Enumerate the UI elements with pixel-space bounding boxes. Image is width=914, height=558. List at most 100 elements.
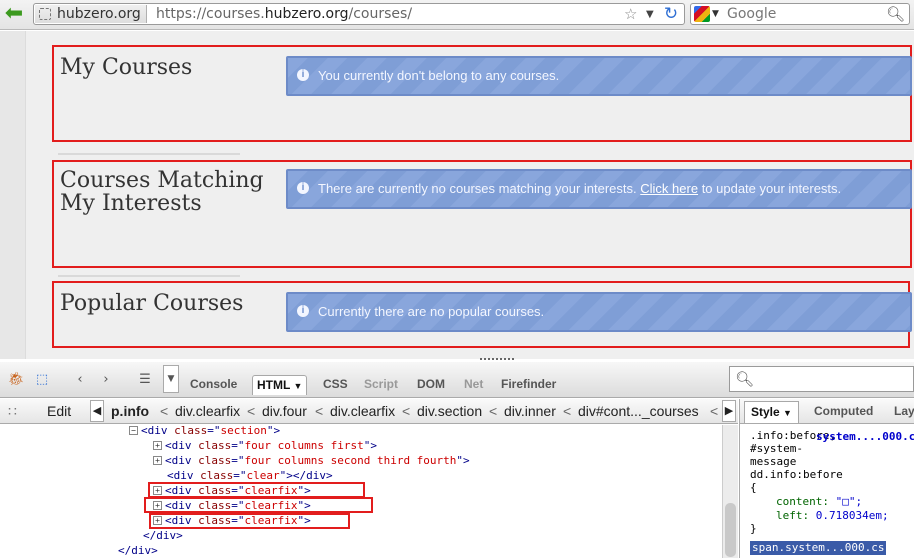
back-arrow-icon[interactable]: ⬅ bbox=[2, 3, 26, 27]
toggle-layout-icon[interactable]: ∷ bbox=[8, 399, 17, 423]
node-attr-value: four columns second third fourth bbox=[244, 454, 457, 467]
breadcrumb-separator: < bbox=[710, 403, 719, 419]
css-source-link[interactable]: system....000.css bbox=[816, 430, 914, 443]
section-courses-matching-interests: Courses Matching My Interests i There ar… bbox=[52, 160, 912, 268]
section-my-courses: My Courses i You currently don't belong … bbox=[52, 45, 912, 142]
css-next-rule[interactable]: span.system...000.cs bbox=[750, 541, 887, 555]
info-text: You currently don't belong to any course… bbox=[318, 68, 560, 83]
node-tag: div bbox=[171, 454, 192, 467]
node-attr-value: four columns first bbox=[244, 439, 364, 452]
tree-node[interactable]: + <div class="four columns second third f… bbox=[153, 453, 470, 468]
site-identity-icon bbox=[39, 8, 51, 20]
search-engine-icon[interactable] bbox=[694, 6, 710, 22]
breadcrumb-item[interactable]: div#cont..._courses bbox=[578, 399, 699, 423]
engine-dropdown-icon[interactable]: ▼ bbox=[712, 5, 719, 24]
breadcrumb-scroll-right-icon[interactable]: ▶ bbox=[722, 400, 736, 422]
site-identity-button[interactable]: hubzero.org bbox=[35, 5, 147, 23]
chevron-down-icon: ▼ bbox=[783, 408, 792, 418]
section-title: My Courses bbox=[60, 55, 193, 80]
breadcrumb-separator: < bbox=[247, 403, 256, 419]
css-property[interactable]: left: 0.718034em; bbox=[776, 509, 889, 522]
section-popular-courses: Popular Courses i Currently there are no… bbox=[52, 281, 912, 348]
breadcrumb-item[interactable]: div.section bbox=[417, 399, 482, 423]
css-property[interactable]: content: "□"; bbox=[776, 495, 862, 508]
tab-computed[interactable]: Computed bbox=[808, 401, 879, 423]
url-text[interactable]: https://courses.hubzero.org/courses/ bbox=[156, 5, 412, 24]
left-gutter bbox=[0, 31, 26, 359]
info-message: i Currently there are no popular courses… bbox=[286, 292, 912, 332]
update-interests-link[interactable]: Click here bbox=[640, 181, 698, 196]
scrollbar-thumb[interactable] bbox=[725, 503, 736, 557]
page-content: My Courses i You currently don't belong … bbox=[0, 31, 914, 359]
css-selector[interactable]: dd.info:before bbox=[750, 468, 843, 481]
expand-icon[interactable]: + bbox=[153, 456, 162, 465]
expand-icon[interactable]: + bbox=[153, 441, 162, 450]
info-icon: i bbox=[297, 305, 309, 317]
url-prefix: https://courses. bbox=[156, 6, 265, 22]
tree-node[interactable]: + <div class="four columns first"> bbox=[153, 438, 377, 453]
search-bar[interactable]: ▼ Google 🔍︎ bbox=[690, 3, 910, 25]
collapse-icon[interactable]: − bbox=[129, 426, 138, 435]
firebug-bug-icon[interactable]: 🐞︎ bbox=[6, 370, 26, 390]
breadcrumb-item[interactable]: div.four bbox=[262, 399, 307, 423]
tab-net[interactable]: Net bbox=[460, 375, 487, 395]
css-prop-value: 0.718034em; bbox=[815, 509, 889, 522]
forward-nav-icon[interactable]: › bbox=[98, 370, 114, 390]
breadcrumb-item[interactable]: div.inner bbox=[504, 399, 556, 423]
breadcrumb-item[interactable]: div.clearfix bbox=[175, 399, 240, 423]
node-attr-value: section bbox=[220, 424, 267, 437]
info-text-after: to update your interests. bbox=[701, 181, 842, 196]
firebug-search[interactable]: 🔍︎ bbox=[729, 366, 914, 392]
menu-dropdown-icon[interactable]: ▼ bbox=[163, 365, 179, 393]
breadcrumb-separator: < bbox=[160, 403, 169, 419]
search-icon[interactable]: 🔍︎ bbox=[886, 5, 905, 24]
section-title: Courses Matching My Interests bbox=[60, 168, 264, 216]
tab-firefinder[interactable]: Firefinder bbox=[497, 375, 560, 395]
style-side-panel: Style ▼ Computed Lay .info:before, syste… bbox=[739, 399, 914, 558]
html-tree-panel: − <div class="section"> + <div class="four… bbox=[0, 423, 722, 558]
highlight-box bbox=[149, 513, 350, 529]
side-tabs: Style ▼ Computed Lay bbox=[740, 399, 914, 424]
info-icon: i bbox=[297, 182, 309, 194]
tree-node[interactable]: − <div class="section"> bbox=[129, 423, 280, 438]
node-attr-value: clear bbox=[246, 469, 280, 482]
highlight-box bbox=[148, 482, 365, 498]
browser-toolbar: ⬅ hubzero.org https://courses.hubzero.or… bbox=[0, 0, 914, 30]
section-divider bbox=[58, 275, 240, 277]
list-icon[interactable]: ☰ bbox=[136, 370, 154, 390]
url-host: hubzero.org bbox=[264, 6, 349, 22]
html-panel-scrollbar[interactable] bbox=[722, 425, 738, 558]
edit-button[interactable]: Edit bbox=[47, 399, 71, 423]
node-attr-name: class bbox=[200, 469, 234, 482]
tree-node[interactable]: </div> bbox=[143, 528, 183, 543]
reload-icon[interactable]: ↻ bbox=[660, 4, 682, 24]
url-bar[interactable]: hubzero.org https://courses.hubzero.org/… bbox=[33, 3, 685, 25]
tab-style[interactable]: Style ▼ bbox=[744, 401, 799, 423]
breadcrumb-item[interactable]: p.info bbox=[111, 399, 149, 423]
inspect-element-icon[interactable]: ⬚ bbox=[32, 370, 52, 390]
tab-dom[interactable]: DOM bbox=[413, 375, 449, 395]
bookmark-star-icon[interactable]: ☆ bbox=[624, 5, 637, 24]
back-nav-icon[interactable]: ‹ bbox=[72, 370, 88, 390]
breadcrumb-separator: < bbox=[315, 403, 324, 419]
tree-node[interactable]: </div> bbox=[118, 543, 158, 558]
tab-console[interactable]: Console bbox=[186, 375, 241, 395]
tab-css[interactable]: CSS bbox=[319, 375, 352, 395]
section-divider bbox=[58, 153, 240, 155]
tree-node[interactable]: <div class="clear"></div> bbox=[167, 468, 333, 483]
breadcrumb-item[interactable]: div.clearfix bbox=[330, 399, 395, 423]
css-selector[interactable]: message bbox=[750, 455, 796, 468]
tab-layout[interactable]: Lay bbox=[888, 401, 914, 423]
css-selector[interactable]: #system- bbox=[750, 442, 803, 455]
breadcrumb-separator: < bbox=[563, 403, 572, 419]
info-icon: i bbox=[297, 69, 309, 81]
tab-script[interactable]: Script bbox=[360, 375, 402, 395]
tab-html[interactable]: HTML ▼ bbox=[252, 375, 308, 395]
info-text: There are currently no courses matching … bbox=[318, 181, 637, 196]
breadcrumb-scroll-left-icon[interactable]: ◀ bbox=[90, 400, 104, 422]
node-tag: div bbox=[147, 424, 168, 437]
tab-style-label: Style bbox=[751, 405, 780, 419]
section-title: Popular Courses bbox=[60, 291, 244, 316]
node-attr-name: class bbox=[174, 424, 208, 437]
url-dropdown-icon[interactable]: ▼ bbox=[646, 5, 654, 24]
